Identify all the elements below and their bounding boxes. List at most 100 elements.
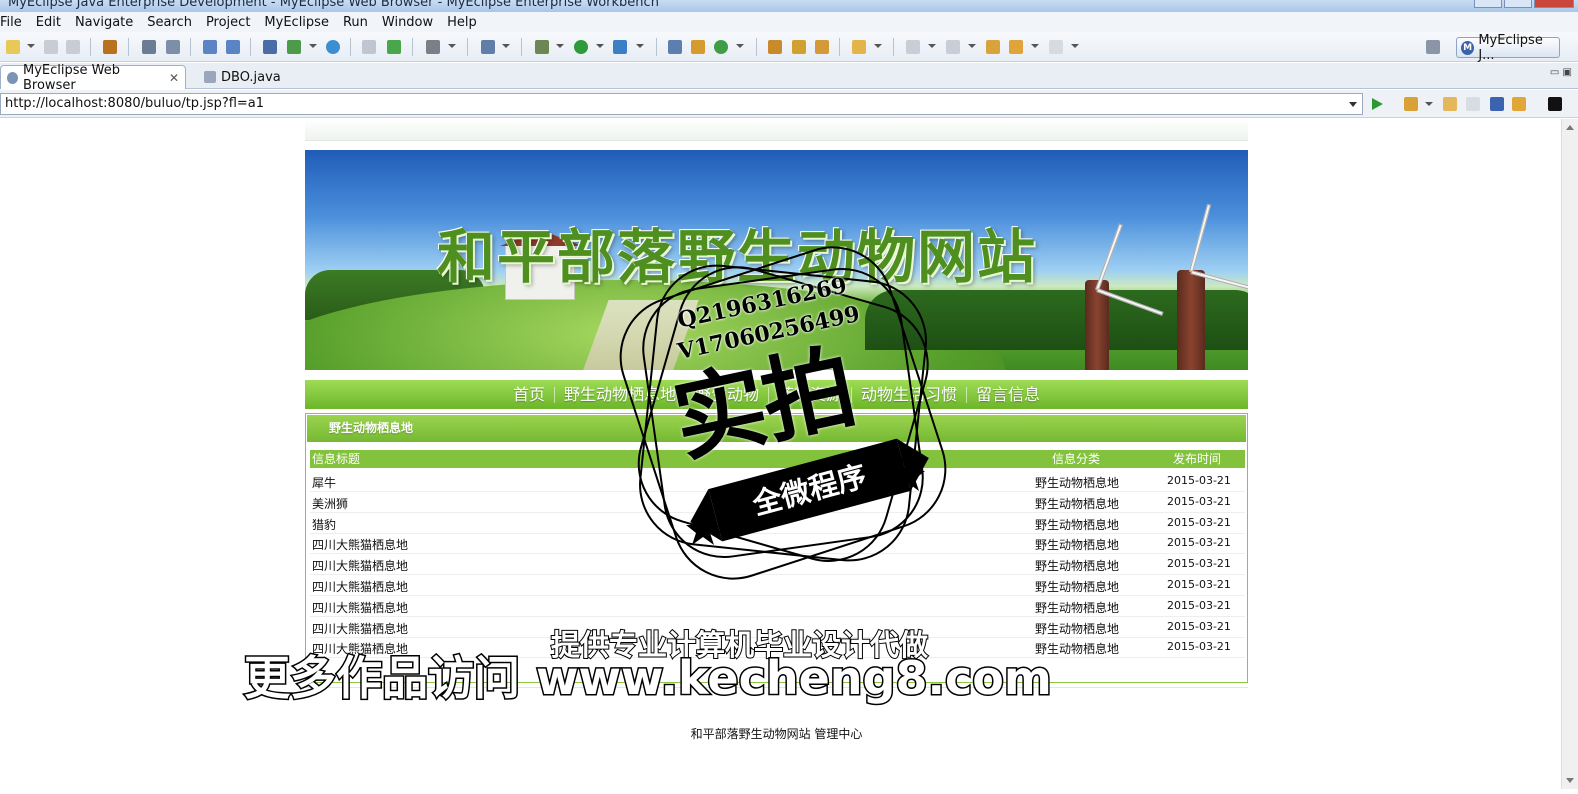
- report-icon[interactable]: [287, 40, 301, 54]
- menu-edit[interactable]: Edit: [30, 15, 69, 30]
- deploy-icon[interactable]: [203, 40, 217, 54]
- browser-stop-icon[interactable]: [1490, 97, 1504, 111]
- database-icon[interactable]: [263, 40, 277, 54]
- new-package-icon[interactable]: [691, 40, 705, 54]
- last-edit-icon[interactable]: [986, 40, 1000, 54]
- vertical-scrollbar[interactable]: [1561, 119, 1578, 789]
- open-perspective-icon[interactable]: [1426, 40, 1440, 54]
- new-class-dropdown-icon[interactable]: [736, 44, 744, 48]
- scroll-down-icon[interactable]: [1566, 778, 1574, 783]
- item-date: 2015-03-21: [1167, 494, 1231, 508]
- browser-settings-icon[interactable]: [1548, 97, 1562, 111]
- item-title[interactable]: 四川大熊猫栖息地: [312, 578, 408, 595]
- close-window-button[interactable]: [1534, 0, 1574, 8]
- save-icon[interactable]: [44, 40, 58, 54]
- prev-annotation-dropdown-icon[interactable]: [968, 44, 976, 48]
- run-icon[interactable]: [574, 40, 588, 54]
- next-annotation-icon[interactable]: [906, 40, 920, 54]
- run-dropdown-icon[interactable]: [596, 44, 604, 48]
- item-category: 野生动物栖息地: [1035, 600, 1120, 615]
- print-icon[interactable]: [66, 40, 80, 54]
- undeploy-icon[interactable]: [226, 40, 240, 54]
- menu-myeclipse[interactable]: MyEclipse: [258, 15, 337, 30]
- external-tools-icon[interactable]: [613, 40, 627, 54]
- back-icon[interactable]: [1009, 40, 1023, 54]
- window-title: MyEclipse Java Enterprise Development - …: [8, 0, 659, 10]
- close-tab-icon[interactable]: ✕: [169, 71, 179, 85]
- menu-file[interactable]: File: [0, 15, 30, 30]
- list-item[interactable]: 四川大熊猫栖息地 野生动物栖息地 2015-03-21: [310, 596, 1245, 617]
- menu-bar: File Edit Navigate Search Project MyEcli…: [0, 12, 1578, 32]
- menu-run[interactable]: Run: [337, 15, 376, 30]
- debug-icon[interactable]: [535, 40, 549, 54]
- forward-icon[interactable]: [1049, 40, 1063, 54]
- browser-url-bar: http://localhost:8080/buluo/tp.jsp?fl=a1: [0, 90, 1578, 118]
- menu-window[interactable]: Window: [376, 15, 441, 30]
- camera-dropdown-icon[interactable]: [448, 44, 456, 48]
- browser-back-icon[interactable]: [1443, 97, 1457, 111]
- url-history-dropdown-icon[interactable]: [1349, 102, 1357, 107]
- folder-dropdown-icon[interactable]: [874, 44, 882, 48]
- minimize-button[interactable]: [1474, 0, 1502, 8]
- open-dropdown-icon[interactable]: [502, 44, 510, 48]
- open-task-icon[interactable]: [792, 40, 806, 54]
- scroll-up-icon[interactable]: [1566, 125, 1574, 130]
- menu-navigate[interactable]: Navigate: [69, 15, 141, 30]
- watermark-caption-bottom: 更多作品访问 www.kecheng8.com: [243, 650, 1054, 707]
- next-annotation-dropdown-icon[interactable]: [928, 44, 936, 48]
- build-icon[interactable]: [142, 40, 156, 54]
- item-title[interactable]: 犀牛: [312, 474, 336, 491]
- report-dropdown-icon[interactable]: [309, 44, 317, 48]
- browser-forward-icon[interactable]: [1466, 97, 1480, 111]
- server-icon[interactable]: [166, 40, 180, 54]
- new-class-icon[interactable]: [714, 40, 728, 54]
- open-file-icon[interactable]: [481, 40, 495, 54]
- folder-icon[interactable]: [852, 40, 866, 54]
- tab-web-browser[interactable]: MyEclipse Web Browser ✕: [0, 63, 186, 93]
- forward-dropdown-icon[interactable]: [1071, 44, 1079, 48]
- search-tool-icon[interactable]: [815, 40, 829, 54]
- package-icon[interactable]: [103, 40, 117, 54]
- add-server-icon[interactable]: [387, 40, 401, 54]
- favorites-dropdown-icon[interactable]: [1425, 102, 1433, 106]
- item-title[interactable]: 四川大熊猫栖息地: [312, 620, 408, 637]
- prev-annotation-icon[interactable]: [946, 40, 960, 54]
- item-title[interactable]: 四川大熊猫栖息地: [312, 599, 408, 616]
- new-project-icon[interactable]: [668, 40, 682, 54]
- item-category: 野生动物栖息地: [1035, 538, 1120, 553]
- item-category: 野生动物栖息地: [1035, 476, 1120, 490]
- item-date: 2015-03-21: [1167, 557, 1231, 571]
- external-dropdown-icon[interactable]: [636, 44, 644, 48]
- item-title[interactable]: 美洲狮: [312, 495, 348, 512]
- open-type-icon[interactable]: [768, 40, 782, 54]
- new-dropdown-icon[interactable]: [27, 44, 35, 48]
- nav-messages[interactable]: 留言信息: [967, 386, 1049, 403]
- menu-search[interactable]: Search: [141, 15, 200, 30]
- back-dropdown-icon[interactable]: [1031, 44, 1039, 48]
- item-title[interactable]: 四川大熊猫栖息地: [312, 557, 408, 574]
- perspective-switcher[interactable]: M MyEclipse J...: [1456, 33, 1560, 63]
- camera-icon[interactable]: [426, 40, 440, 54]
- minimize-maximize-icons[interactable]: ▭ ▣: [1550, 67, 1572, 78]
- list-item[interactable]: 四川大熊猫栖息地 野生动物栖息地 2015-03-21: [310, 554, 1245, 576]
- browser-refresh-icon[interactable]: [1512, 97, 1526, 111]
- menu-help[interactable]: Help: [441, 15, 485, 30]
- maximize-button[interactable]: [1504, 0, 1532, 8]
- url-input[interactable]: http://localhost:8080/buluo/tp.jsp?fl=a1: [0, 93, 1363, 115]
- debug-dropdown-icon[interactable]: [556, 44, 564, 48]
- tab-dbo-java[interactable]: DBO.java: [198, 65, 298, 89]
- new-file-icon[interactable]: [6, 40, 20, 54]
- menu-project[interactable]: Project: [200, 15, 258, 30]
- item-title[interactable]: 四川大熊猫栖息地: [312, 536, 408, 553]
- item-title[interactable]: 猎豹: [312, 516, 336, 533]
- window-titlebar: MyEclipse Java Enterprise Development - …: [0, 0, 1578, 12]
- list-item[interactable]: 四川大熊猫栖息地 野生动物栖息地 2015-03-21: [310, 575, 1245, 596]
- go-icon[interactable]: [1372, 98, 1383, 110]
- globe-icon[interactable]: [326, 40, 340, 54]
- nav-habits[interactable]: 动物生活习惯: [852, 386, 968, 403]
- nav-habitat[interactable]: 野生动物栖息地: [555, 386, 686, 403]
- nav-home[interactable]: 首页: [504, 386, 555, 403]
- clip-icon[interactable]: [362, 40, 376, 54]
- favorites-icon[interactable]: [1404, 97, 1418, 111]
- list-item[interactable]: 四川大熊猫栖息地 野生动物栖息地 2015-03-21: [310, 533, 1245, 555]
